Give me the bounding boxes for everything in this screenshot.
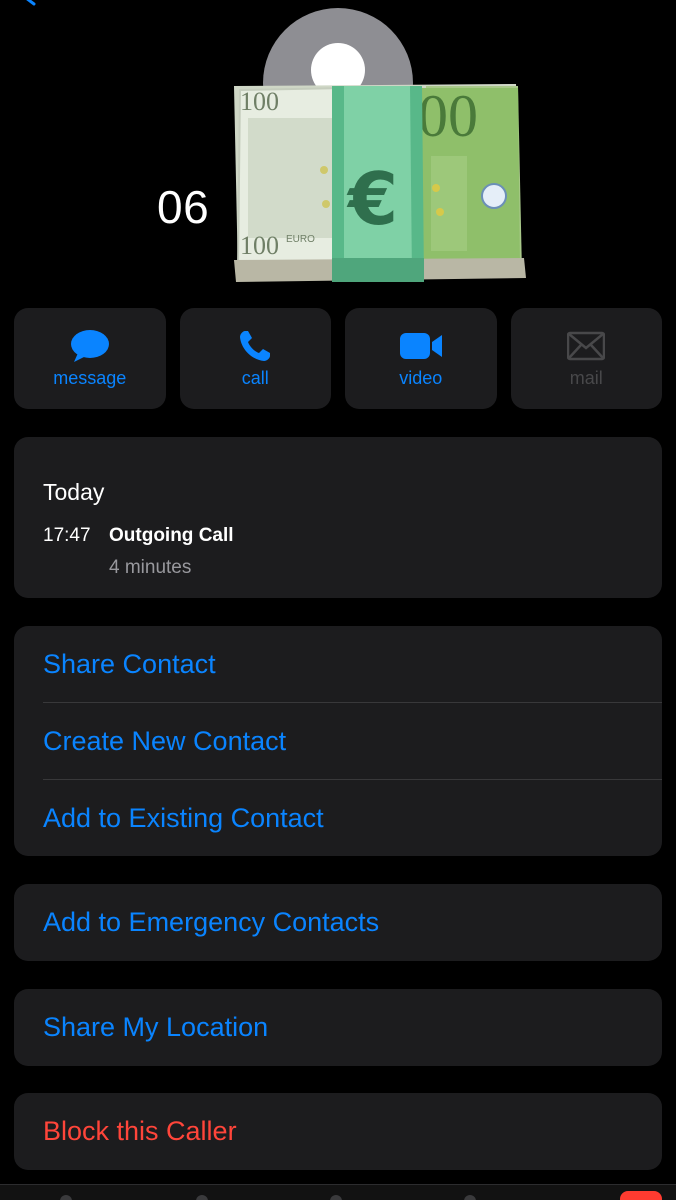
tab-bar (0, 1184, 676, 1200)
contact-options-card: Share Contact Create New Contact Add to … (14, 626, 662, 856)
share-contact-button[interactable]: Share Contact (14, 626, 662, 703)
video-button[interactable]: video (345, 308, 497, 409)
message-button[interactable]: message (14, 308, 166, 409)
svg-text:100: 100 (240, 87, 279, 116)
share-my-location-button[interactable]: Share My Location (14, 989, 662, 1066)
mail-label: mail (569, 368, 603, 388)
tab-favorites-icon[interactable] (60, 1195, 72, 1200)
phone-icon (240, 331, 271, 361)
svg-text:€: € (346, 157, 398, 241)
tab-keypad-icon[interactable] (464, 1195, 476, 1200)
add-to-existing-contact-button[interactable]: Add to Existing Contact (14, 780, 662, 857)
envelope-icon (567, 331, 606, 361)
message-label: message (53, 368, 127, 388)
svg-text:EURO: EURO (286, 234, 315, 245)
call-button[interactable]: call (179, 308, 331, 409)
call-time: 17:47 (43, 525, 91, 546)
call-history-day: Today (43, 479, 105, 505)
block-caller-button[interactable]: Block this Caller (14, 1093, 662, 1170)
message-bubble-icon (70, 330, 109, 362)
back-chevron-icon[interactable] (22, 0, 40, 6)
call-duration: 4 minutes (109, 557, 192, 578)
tab-recents-icon[interactable] (196, 1195, 208, 1200)
svg-text:00: 00 (418, 83, 478, 149)
caller-number: 06 (157, 181, 210, 233)
add-to-emergency-contacts-button[interactable]: Add to Emergency Contacts (14, 884, 662, 961)
mail-button[interactable]: mail (510, 308, 662, 409)
call-type: Outgoing Call (109, 525, 234, 546)
action-buttons: message call video mail (14, 308, 662, 409)
voicemail-badge (620, 1191, 662, 1200)
video-label: video (399, 368, 443, 388)
video-camera-icon (399, 333, 442, 359)
contact-detail-screen: 100 100 EURO 00 € 06 message call video … (0, 0, 676, 1200)
call-history-card: Today 17:47 Outgoing Call 4 minutes (14, 437, 662, 598)
create-new-contact-button[interactable]: Create New Contact (14, 703, 662, 780)
money-with-wings-emoji-icon: 100 100 EURO 00 € (234, 83, 526, 282)
tab-contacts-icon[interactable] (330, 1195, 342, 1200)
call-label: call (241, 368, 269, 388)
svg-text:100: 100 (240, 231, 279, 260)
